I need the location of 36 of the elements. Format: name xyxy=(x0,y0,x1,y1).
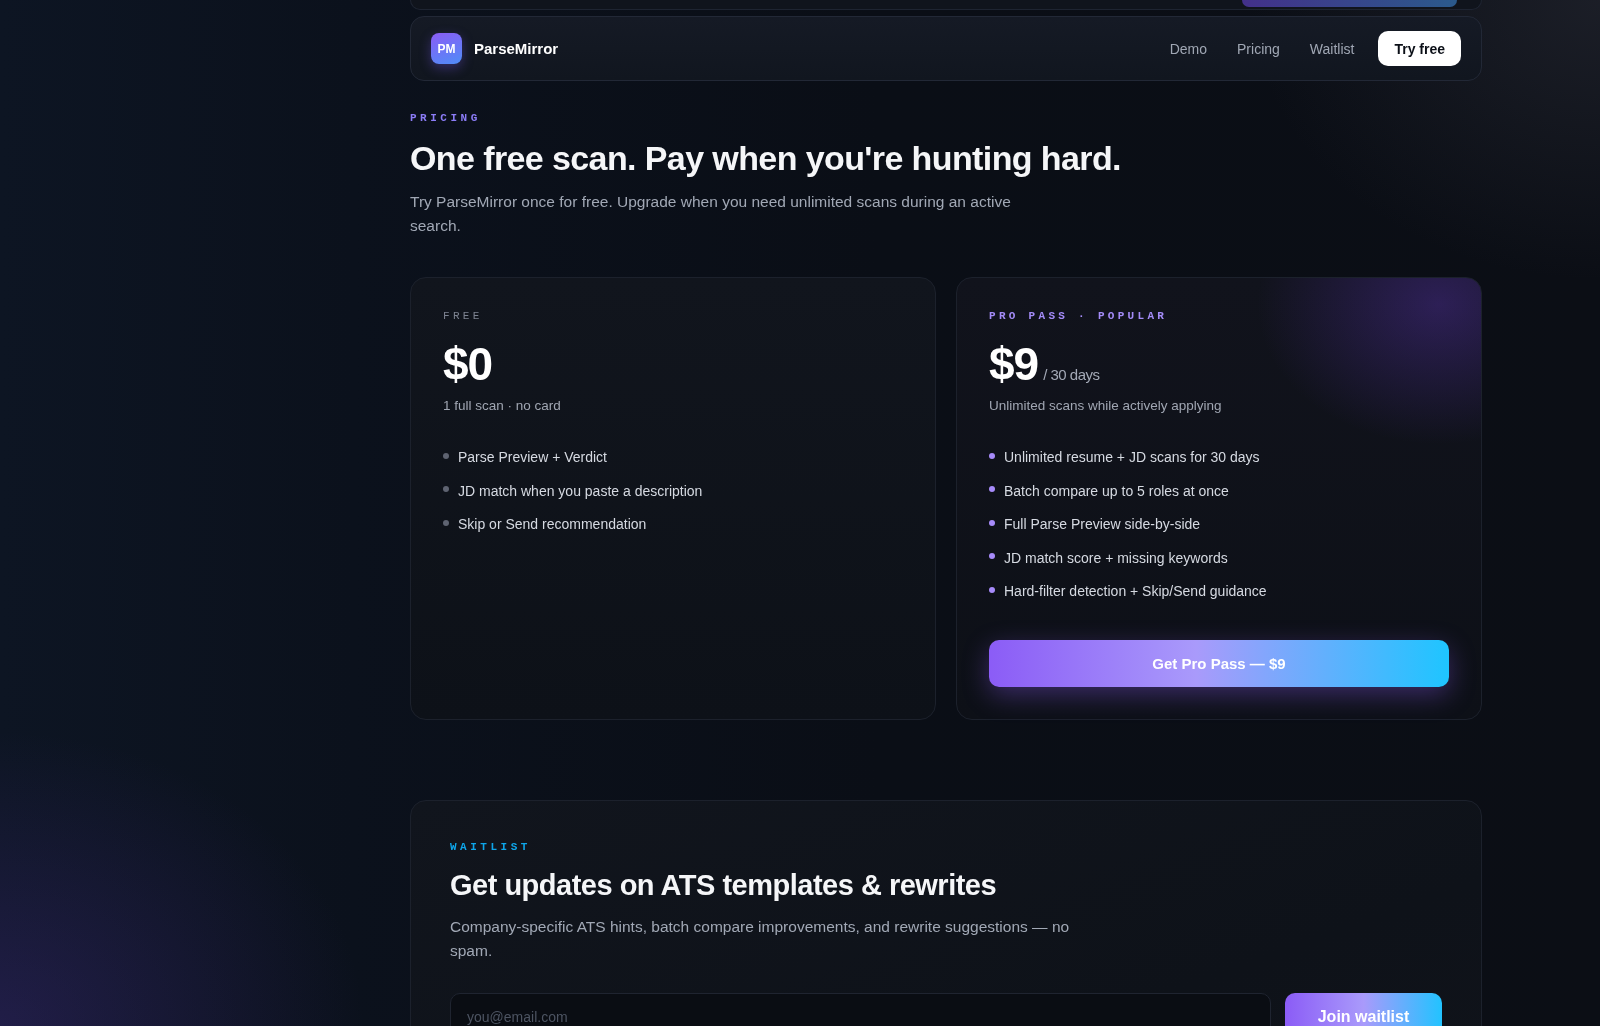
feature-text: Hard-filter detection + Skip/Send guidance xyxy=(1004,582,1267,602)
bullet-dot-icon xyxy=(443,486,449,493)
brand-name[interactable]: ParseMirror xyxy=(474,40,559,57)
nav-link[interactable]: Waitlist xyxy=(1309,40,1355,57)
section-description: Company-specific ATS hints, batch compare improvements, and rewrite suggestions — no spam. xyxy=(450,917,1071,961)
plan-note: Unlimited scans while actively applying xyxy=(989,397,1223,415)
bullet-dot-icon xyxy=(989,452,995,459)
feature-text: JD match when you paste a description xyxy=(458,481,703,501)
plan-note: 1 full scan · no card xyxy=(443,397,562,415)
section-heading: One free scan. Pay when you're hunting hard. xyxy=(410,138,1122,178)
price-period: / 30 days xyxy=(1043,366,1100,383)
section-eyebrow: PRICING xyxy=(410,112,482,124)
feature-text: Batch compare up to 5 roles at once xyxy=(1004,481,1229,501)
feature-text: Skip or Send recommendation xyxy=(458,515,647,535)
section-description: Try ParseMirror once for free. Upgrade when you need unlimited scans during an active search. xyxy=(410,192,1012,236)
plan-price: $9 xyxy=(989,339,1039,389)
logo-mark[interactable]: PM xyxy=(431,33,462,64)
try-free-button[interactable]: Try free xyxy=(1378,31,1461,66)
bullet-dot-icon xyxy=(989,553,995,560)
section-heading: Get updates on ATS templates & rewrites xyxy=(450,868,998,903)
bullet-dot-icon xyxy=(443,519,449,526)
section-eyebrow: WAITLIST xyxy=(450,841,532,853)
bullet-dot-icon xyxy=(989,519,995,526)
bullet-dot-icon xyxy=(989,486,995,493)
feature-text: Unlimited resume + JD scans for 30 days xyxy=(1004,448,1260,467)
nav-link[interactable]: Demo xyxy=(1169,40,1207,57)
bullet-dot-icon xyxy=(989,586,995,593)
feature-text: Parse Preview + Verdict xyxy=(458,448,607,467)
plan-label: PRO PASS · POPULAR xyxy=(989,310,1169,322)
feature-text: JD match score + missing keywords xyxy=(1004,548,1228,568)
bullet-dot-icon xyxy=(443,452,449,459)
plan-label: FREE xyxy=(443,310,484,322)
feature-text: Full Parse Preview side-by-side xyxy=(1004,515,1201,535)
nav-link[interactable]: Pricing xyxy=(1237,40,1280,57)
plan-price: $0 xyxy=(443,339,493,389)
email-field[interactable]: you@email.com xyxy=(450,993,1271,1026)
